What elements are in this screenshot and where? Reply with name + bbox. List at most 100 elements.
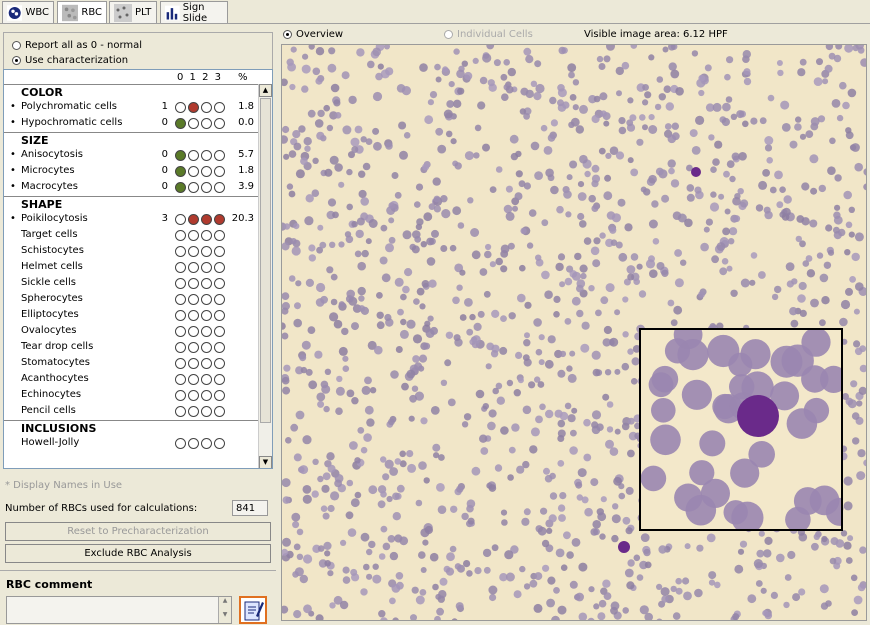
grade-3-circle[interactable]	[214, 294, 225, 305]
grade-2-circle[interactable]	[201, 406, 212, 417]
grade-0-circle[interactable]	[175, 310, 186, 321]
tab-plt[interactable]: PLT	[109, 1, 157, 23]
grade-0-circle[interactable]	[175, 278, 186, 289]
grade-1-circle[interactable]	[188, 326, 199, 337]
grade-0-circle[interactable]	[175, 326, 186, 337]
grade-2-circle[interactable]	[201, 294, 212, 305]
grade-3-circle[interactable]	[214, 310, 225, 321]
grade-2-circle[interactable]	[201, 166, 212, 177]
grade-0-circle[interactable]	[175, 406, 186, 417]
grade-2-circle[interactable]	[201, 326, 212, 337]
report-zero-radio[interactable]: Report all as 0 - normal	[12, 40, 142, 51]
grade-0-circle[interactable]	[175, 182, 186, 193]
grade-0-circle[interactable]	[175, 246, 186, 257]
grade-1-circle[interactable]	[188, 438, 199, 449]
grade-0-circle[interactable]	[175, 438, 186, 449]
scroll-down-icon[interactable]: ▼	[259, 456, 272, 468]
overview-radio[interactable]: Overview	[283, 29, 343, 40]
scroll-thumb[interactable]	[260, 98, 271, 423]
scroll-up-icon[interactable]: ▲	[259, 84, 272, 97]
radio-button[interactable]	[12, 55, 21, 65]
grade-2-circle[interactable]	[201, 342, 212, 353]
grade-1-circle[interactable]	[188, 406, 199, 417]
grade-2-circle[interactable]	[201, 358, 212, 369]
reset-precharacterization-button[interactable]: Reset to Precharacterization	[5, 522, 271, 541]
grade-0-circle[interactable]	[175, 342, 186, 353]
grade-1-circle[interactable]	[188, 310, 199, 321]
grade-0-circle[interactable]	[175, 294, 186, 305]
grade-1-circle[interactable]	[188, 390, 199, 401]
grade-2-circle[interactable]	[201, 182, 212, 193]
grade-3-circle[interactable]	[214, 214, 225, 225]
grade-1-circle[interactable]	[188, 278, 199, 289]
grade-3-circle[interactable]	[214, 342, 225, 353]
grade-1-circle[interactable]	[188, 262, 199, 273]
tab-rbc[interactable]: RBC	[57, 1, 107, 23]
grade-2-circle[interactable]	[201, 310, 212, 321]
grade-1-circle[interactable]	[188, 294, 199, 305]
grade-3-circle[interactable]	[214, 102, 225, 113]
comment-input[interactable]	[6, 596, 232, 624]
exclude-rbc-analysis-button[interactable]: Exclude RBC Analysis	[5, 544, 271, 563]
grade-0-circle[interactable]	[175, 374, 186, 385]
grade-2-circle[interactable]	[201, 150, 212, 161]
tab-wbc[interactable]: WBC	[2, 1, 54, 23]
grade-0-circle[interactable]	[175, 166, 186, 177]
grade-1-circle[interactable]	[188, 150, 199, 161]
radio-button[interactable]	[12, 40, 21, 50]
grade-2-circle[interactable]	[201, 102, 212, 113]
grade-0-circle[interactable]	[175, 150, 186, 161]
grade-3-circle[interactable]	[214, 358, 225, 369]
radio-button[interactable]	[283, 29, 292, 39]
grade-3-circle[interactable]	[214, 150, 225, 161]
red-blood-cell	[856, 471, 866, 481]
grade-3-circle[interactable]	[214, 406, 225, 417]
use-characterization-radio[interactable]: Use characterization	[12, 55, 128, 66]
red-blood-cell	[376, 292, 383, 299]
comment-scrollbar[interactable]: ▲ ▼	[218, 597, 231, 623]
grade-3-circle[interactable]	[214, 166, 225, 177]
magnified-inset[interactable]	[639, 328, 843, 531]
grade-0-circle[interactable]	[175, 358, 186, 369]
grade-1-circle[interactable]	[188, 182, 199, 193]
grade-0-circle[interactable]	[175, 390, 186, 401]
grade-3-circle[interactable]	[214, 230, 225, 241]
grade-2-circle[interactable]	[201, 230, 212, 241]
grade-0-circle[interactable]	[175, 214, 186, 225]
grade-0-circle[interactable]	[175, 118, 186, 129]
grade-2-circle[interactable]	[201, 246, 212, 257]
grade-2-circle[interactable]	[201, 118, 212, 129]
grade-2-circle[interactable]	[201, 262, 212, 273]
grade-2-circle[interactable]	[201, 374, 212, 385]
grade-2-circle[interactable]	[201, 278, 212, 289]
grade-3-circle[interactable]	[214, 246, 225, 257]
grade-1-circle[interactable]	[188, 246, 199, 257]
grade-3-circle[interactable]	[214, 438, 225, 449]
grade-0-circle[interactable]	[175, 262, 186, 273]
grade-1-circle[interactable]	[188, 118, 199, 129]
grade-1-circle[interactable]	[188, 230, 199, 241]
grade-3-circle[interactable]	[214, 118, 225, 129]
grade-3-circle[interactable]	[214, 390, 225, 401]
grade-3-circle[interactable]	[214, 374, 225, 385]
grade-1-circle[interactable]	[188, 374, 199, 385]
grade-3-circle[interactable]	[214, 326, 225, 337]
tab-sign-slide[interactable]: Sign Slide	[160, 1, 228, 24]
individual-cells-radio[interactable]: Individual Cells	[444, 29, 533, 40]
grade-3-circle[interactable]	[214, 262, 225, 273]
grade-3-circle[interactable]	[214, 278, 225, 289]
grade-1-circle[interactable]	[188, 342, 199, 353]
grade-0-circle[interactable]	[175, 230, 186, 241]
radio-button[interactable]	[444, 29, 453, 39]
table-scrollbar[interactable]: ▲ ▼	[258, 84, 272, 468]
grade-2-circle[interactable]	[201, 438, 212, 449]
edit-comment-button[interactable]	[239, 596, 267, 624]
grade-1-circle[interactable]	[188, 166, 199, 177]
grade-1-circle[interactable]	[188, 102, 199, 113]
grade-2-circle[interactable]	[201, 390, 212, 401]
grade-1-circle[interactable]	[188, 214, 199, 225]
grade-1-circle[interactable]	[188, 358, 199, 369]
grade-2-circle[interactable]	[201, 214, 212, 225]
grade-0-circle[interactable]	[175, 102, 186, 113]
grade-3-circle[interactable]	[214, 182, 225, 193]
